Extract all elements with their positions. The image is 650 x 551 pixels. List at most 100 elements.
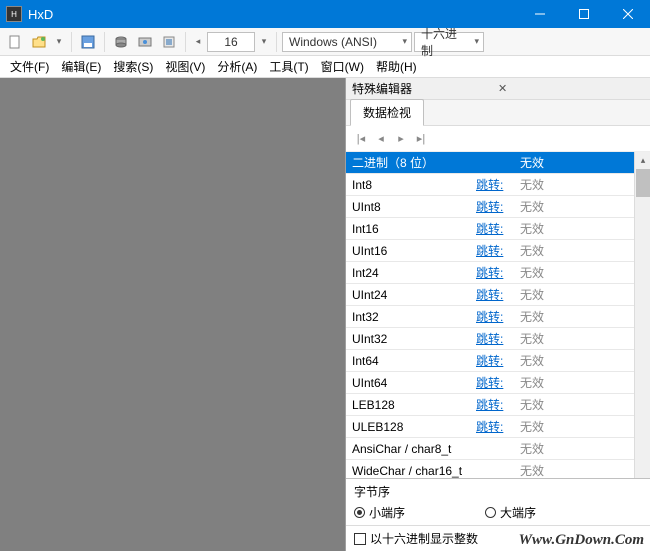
panel-close-icon[interactable]: ✕ [498, 82, 644, 95]
table-row[interactable]: UInt16跳转:无效 [346, 240, 650, 262]
maximize-button[interactable] [562, 0, 606, 28]
table-row[interactable]: WideChar / char16_t 无效 [346, 460, 650, 478]
scrollbar[interactable]: ▴ [634, 152, 650, 478]
menu-item[interactable]: 编辑(E) [55, 56, 107, 77]
nav-prev-icon[interactable]: ◂ [372, 130, 390, 148]
open-dropdown-icon[interactable]: ▾ [52, 32, 66, 52]
type-cell: Int32 [346, 310, 476, 324]
table-row[interactable]: UInt8跳转:无效 [346, 196, 650, 218]
hex-display-checkbox[interactable] [354, 533, 366, 545]
value-cell: 无效 [514, 440, 650, 457]
hex-display-label: 以十六进制显示整数 [370, 530, 478, 547]
editor-area [0, 78, 345, 551]
value-cell: 无效 [514, 154, 650, 171]
table-row[interactable]: Int64跳转:无效 [346, 350, 650, 372]
jump-link[interactable]: 跳转: [476, 352, 514, 369]
jump-link[interactable]: 跳转: [476, 264, 514, 281]
jump-link[interactable]: 跳转: [476, 396, 514, 413]
close-button[interactable] [606, 0, 650, 28]
bytes-per-row-input[interactable] [207, 32, 255, 52]
minimize-button[interactable] [518, 0, 562, 28]
value-cell: 无效 [514, 462, 650, 478]
history-back-icon[interactable]: ◂ [191, 32, 205, 52]
type-cell: Int24 [346, 266, 476, 280]
new-file-icon[interactable] [4, 31, 26, 53]
menubar: 文件(F)编辑(E)搜索(S)视图(V)分析(A)工具(T)窗口(W)帮助(H) [0, 56, 650, 78]
table-row[interactable]: UInt64跳转:无效 [346, 372, 650, 394]
value-cell: 无效 [514, 242, 650, 259]
nav-last-icon[interactable]: ▸| [412, 130, 430, 148]
save-icon[interactable] [77, 31, 99, 53]
type-cell: LEB128 [346, 398, 476, 412]
type-cell: WideChar / char16_t [346, 464, 476, 478]
menu-item[interactable]: 帮助(H) [370, 56, 423, 77]
panel-title-label: 特殊编辑器 [352, 80, 498, 97]
panel-tabrow: 数据检视 [346, 100, 650, 126]
open-file-icon[interactable] [28, 31, 50, 53]
jump-link[interactable]: 跳转: [476, 308, 514, 325]
type-cell: UInt24 [346, 288, 476, 302]
panel-titlebar: 特殊编辑器 ✕ [346, 78, 650, 100]
type-cell: UInt64 [346, 376, 476, 390]
titlebar: H HxD [0, 0, 650, 28]
jump-link[interactable]: 跳转: [476, 374, 514, 391]
type-cell: UInt16 [346, 244, 476, 258]
table-row[interactable]: UInt32跳转:无效 [346, 328, 650, 350]
table-row[interactable]: ULEB128跳转:无效 [346, 416, 650, 438]
table-row[interactable]: AnsiChar / char8_t 无效 [346, 438, 650, 460]
byteorder-group: 字节序 小端序 大端序 [346, 478, 650, 525]
base-select[interactable]: 十六进制 [414, 32, 484, 52]
ram-icon[interactable] [134, 31, 156, 53]
bytes-dropdown-icon[interactable]: ▾ [257, 32, 271, 52]
table-row[interactable]: Int24跳转:无效 [346, 262, 650, 284]
jump-link[interactable]: 跳转: [476, 330, 514, 347]
value-cell: 无效 [514, 418, 650, 435]
type-cell: AnsiChar / char8_t [346, 442, 476, 456]
table-row[interactable]: Int32跳转:无效 [346, 306, 650, 328]
value-cell: 无效 [514, 198, 650, 215]
hex-display-row: 以十六进制显示整数 [346, 525, 650, 551]
value-cell: 无效 [514, 286, 650, 303]
jump-link[interactable]: 跳转: [476, 242, 514, 259]
disk-icon[interactable] [110, 31, 132, 53]
value-cell: 无效 [514, 264, 650, 281]
byteorder-label: 字节序 [354, 483, 642, 500]
jump-link[interactable]: 跳转: [476, 198, 514, 215]
workspace: 特殊编辑器 ✕ 数据检视 |◂ ◂ ▸ ▸| 二进制（8 位）无效Int8跳转:… [0, 78, 650, 551]
menu-item[interactable]: 窗口(W) [315, 56, 370, 77]
menu-item[interactable]: 分析(A) [211, 56, 263, 77]
jump-link[interactable]: 跳转: [476, 286, 514, 303]
value-cell: 无效 [514, 396, 650, 413]
menu-item[interactable]: 搜索(S) [107, 56, 159, 77]
jump-link[interactable]: 跳转: [476, 418, 514, 435]
jump-link[interactable]: 跳转: [476, 176, 514, 193]
value-cell: 无效 [514, 330, 650, 347]
table-row[interactable]: UInt24跳转:无效 [346, 284, 650, 306]
table-row[interactable]: LEB128跳转:无效 [346, 394, 650, 416]
table-row[interactable]: 二进制（8 位）无效 [346, 152, 650, 174]
radio-big-endian[interactable]: 大端序 [485, 504, 536, 521]
process-icon[interactable] [158, 31, 180, 53]
toolbar: ▾ ◂ ▾ Windows (ANSI) 十六进制 [0, 28, 650, 56]
scroll-up-icon[interactable]: ▴ [635, 152, 650, 168]
nav-first-icon[interactable]: |◂ [352, 130, 370, 148]
app-title: HxD [28, 7, 518, 22]
table-row[interactable]: Int16跳转:无效 [346, 218, 650, 240]
menu-item[interactable]: 文件(F) [4, 56, 55, 77]
tab-data-inspector[interactable]: 数据检视 [350, 99, 424, 126]
jump-link[interactable]: 跳转: [476, 220, 514, 237]
type-cell: UInt8 [346, 200, 476, 214]
nav-next-icon[interactable]: ▸ [392, 130, 410, 148]
value-cell: 无效 [514, 374, 650, 391]
type-cell: Int8 [346, 178, 476, 192]
table-row[interactable]: Int8跳转:无效 [346, 174, 650, 196]
type-cell: ULEB128 [346, 420, 476, 434]
scroll-thumb[interactable] [636, 169, 650, 197]
type-cell: UInt32 [346, 332, 476, 346]
value-cell: 无效 [514, 220, 650, 237]
radio-little-endian[interactable]: 小端序 [354, 504, 405, 521]
inspector-panel: 特殊编辑器 ✕ 数据检视 |◂ ◂ ▸ ▸| 二进制（8 位）无效Int8跳转:… [345, 78, 650, 551]
menu-item[interactable]: 视图(V) [159, 56, 211, 77]
encoding-select[interactable]: Windows (ANSI) [282, 32, 412, 52]
menu-item[interactable]: 工具(T) [263, 56, 314, 77]
